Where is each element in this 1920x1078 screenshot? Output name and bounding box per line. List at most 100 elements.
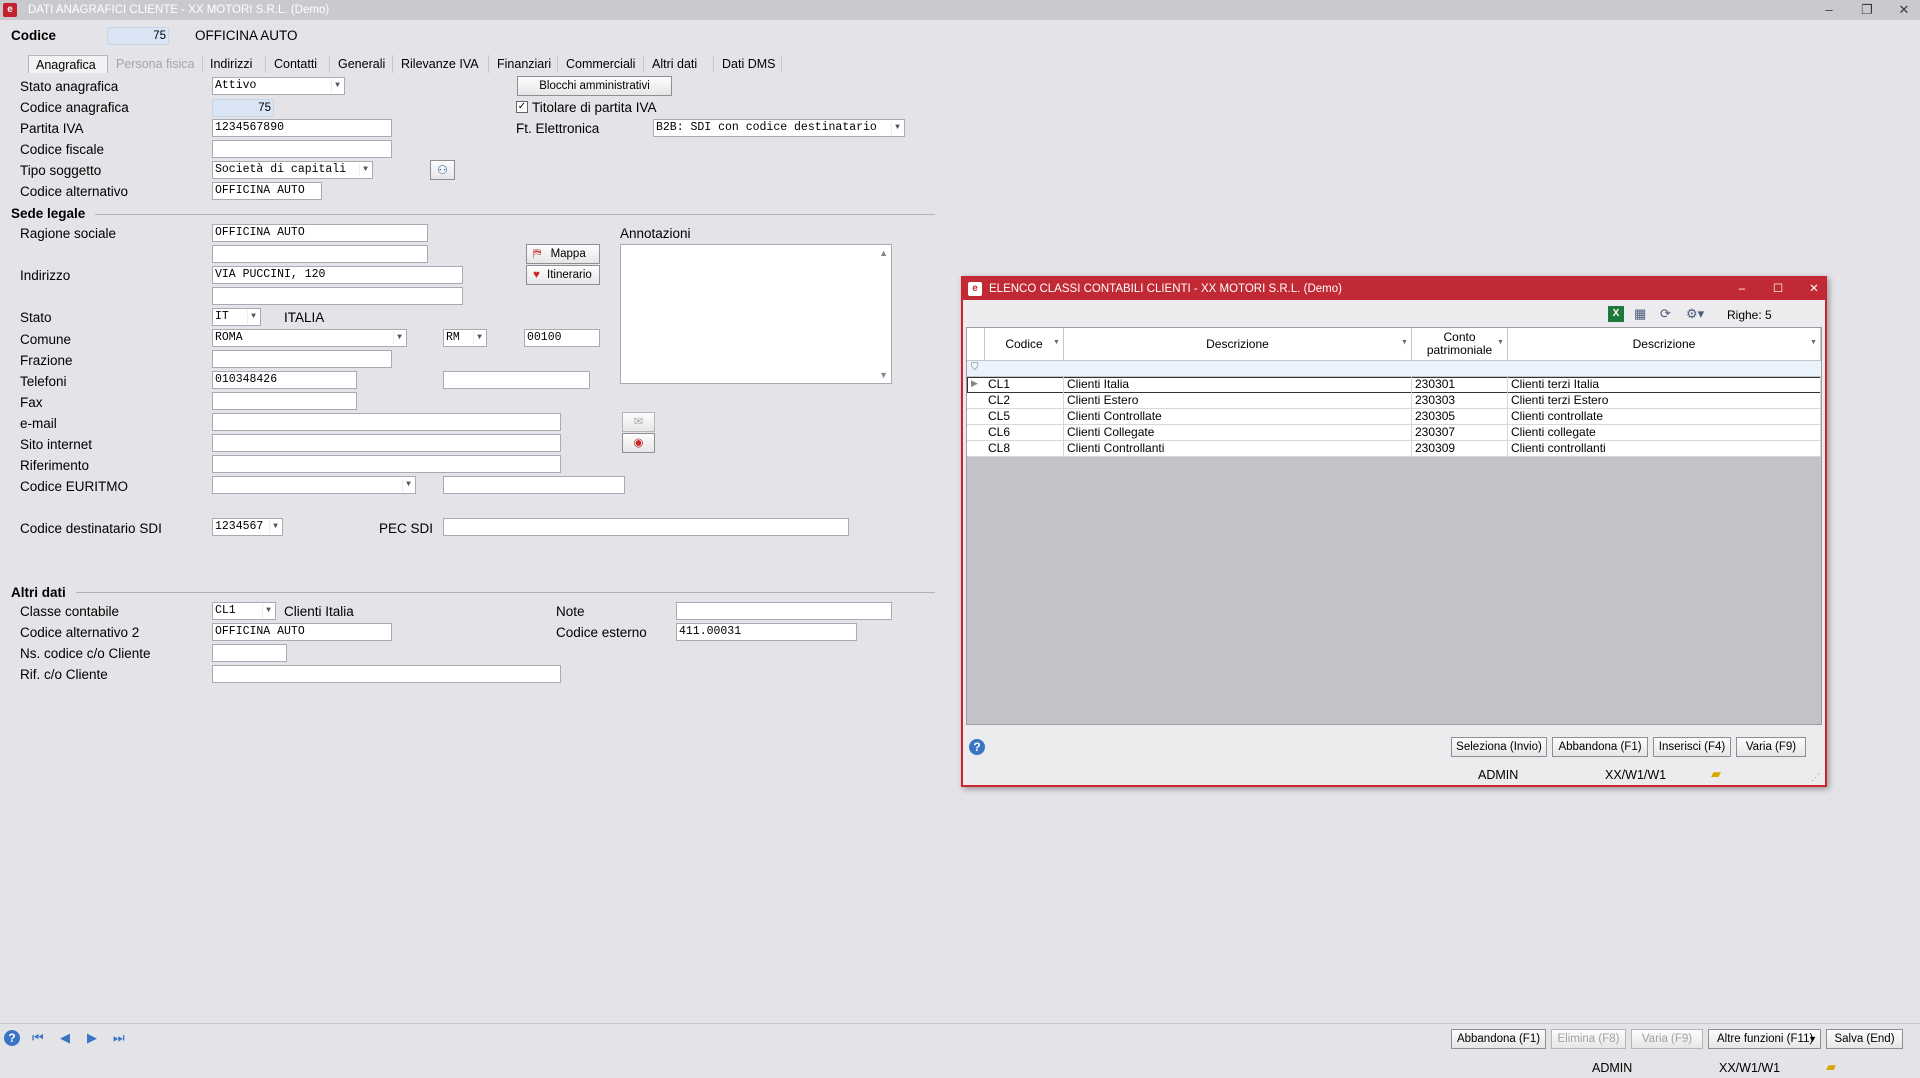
altre-funzioni-button[interactable]: Altre funzioni (F11) ▼ xyxy=(1708,1029,1821,1049)
window-titlebar: e DATI ANAGRAFICI CLIENTE - XX MOTORI S.… xyxy=(0,0,1920,20)
provincia-select[interactable]: RM ▼ xyxy=(443,329,487,347)
table-row[interactable]: CL8 Clienti Controllanti 230309 Clienti con… xyxy=(967,441,1821,457)
euritmo-select[interactable]: ▼ xyxy=(212,476,416,494)
tab-commerciali[interactable]: Commerciali xyxy=(559,55,644,73)
telefoni-field-2[interactable] xyxy=(443,371,590,389)
minimize-icon[interactable]: – xyxy=(1733,278,1751,300)
grid-view-icon[interactable]: ▦ xyxy=(1634,306,1646,322)
tab-indirizzi[interactable]: Indirizzi xyxy=(203,55,266,73)
inserisci-button[interactable]: Inserisci (F4) xyxy=(1653,737,1731,757)
prev-record-icon[interactable]: ◀ xyxy=(60,1030,70,1046)
cell-codice: CL8 xyxy=(985,441,1064,457)
scroll-up-icon[interactable]: ▲ xyxy=(879,248,888,258)
open-site-button[interactable]: ◉ xyxy=(622,433,655,453)
riferimento-field[interactable] xyxy=(212,455,561,473)
scroll-down-icon[interactable]: ▼ xyxy=(879,370,888,380)
tab-anagrafica[interactable]: Anagrafica xyxy=(28,55,108,73)
last-record-icon[interactable]: ⏭ xyxy=(113,1030,125,1046)
table-row[interactable]: CL6 Clienti Collegate 230307 Clienti colleg… xyxy=(967,425,1821,441)
minimize-icon[interactable]: – xyxy=(1819,0,1839,20)
riferimento-label: Riferimento xyxy=(20,458,90,473)
filter-dropdown-icon[interactable]: ▼ xyxy=(1401,339,1408,346)
codice-fiscale-field[interactable] xyxy=(212,140,392,158)
codice-alternativo-field[interactable]: OFFICINA AUTO xyxy=(212,182,322,200)
blocchi-amministrativi-button[interactable]: Blocchi amministrativi xyxy=(517,76,672,96)
col-header-descrizione[interactable]: Descrizione xyxy=(1064,328,1412,361)
filter-dropdown-icon[interactable]: ▼ xyxy=(1497,339,1504,346)
first-record-icon[interactable]: ⏮ xyxy=(32,1030,44,1046)
rif-field[interactable] xyxy=(212,665,561,683)
columns-settings-icon[interactable]: ⚙▾ xyxy=(1686,306,1704,322)
table-row[interactable]: CL2 Clienti Estero 230303 Clienti terzi Est… xyxy=(967,393,1821,409)
itinerario-button[interactable]: ♥ Itinerario xyxy=(526,265,600,285)
soggetto-lookup-button[interactable]: ⚇ xyxy=(430,160,455,180)
filter-row[interactable]: ⛉ xyxy=(967,361,1821,377)
tab-rilevanze-iva[interactable]: Rilevanze IVA xyxy=(394,55,489,73)
chevron-down-icon: ▼ xyxy=(247,310,259,324)
indirizzo-field[interactable]: VIA PUCCINI, 120 xyxy=(212,266,463,284)
restore-icon[interactable]: ❐ xyxy=(1857,0,1877,20)
close-icon[interactable]: ✕ xyxy=(1805,278,1823,300)
folder-check-icon: ▰ xyxy=(1826,1059,1836,1074)
col-header-conto[interactable]: Conto patrimoniale xyxy=(1412,328,1508,361)
fax-field[interactable] xyxy=(212,392,357,410)
cell-descrizione2: Clienti controllanti xyxy=(1508,441,1821,457)
tipo-soggetto-select[interactable]: Società di capitali ▼ xyxy=(212,161,373,179)
ragione-sociale-field-2[interactable] xyxy=(212,245,428,263)
seleziona-button[interactable]: Seleziona (Invio) xyxy=(1451,737,1547,757)
classe-contabile-select[interactable]: CL1 ▼ xyxy=(212,602,276,620)
telefoni-field[interactable]: 010348426 xyxy=(212,371,357,389)
stato-select[interactable]: IT ▼ xyxy=(212,308,261,326)
tab-persona-fisica[interactable]: Persona fisica xyxy=(109,55,203,73)
ns-codice-field[interactable] xyxy=(212,644,287,662)
codice-field[interactable]: 75 xyxy=(107,27,169,45)
sdi-select[interactable]: 1234567 ▼ xyxy=(212,518,283,536)
mappa-button[interactable]: ⛿ Mappa xyxy=(526,244,600,264)
ragione-sociale-field[interactable]: OFFICINA AUTO xyxy=(212,224,428,242)
codice-anagrafica-field[interactable]: 75 xyxy=(212,99,274,117)
codice-alt2-field[interactable]: OFFICINA AUTO xyxy=(212,623,392,641)
send-email-button[interactable]: ✉ xyxy=(622,412,655,432)
pec-field[interactable] xyxy=(443,518,849,536)
tab-dati-dms[interactable]: Dati DMS xyxy=(715,55,782,73)
stato-anagrafica-select[interactable]: Attivo ▼ xyxy=(212,77,345,95)
abbandona-button[interactable]: Abbandona (F1) xyxy=(1451,1029,1546,1049)
varia-button[interactable]: Varia (F9) xyxy=(1631,1029,1703,1049)
indirizzo-field-2[interactable] xyxy=(212,287,463,305)
ft-elettronica-select[interactable]: B2B: SDI con codice destinatario ▼ xyxy=(653,119,905,137)
help-icon[interactable]: ? xyxy=(969,739,985,755)
salva-button[interactable]: Salva (End) xyxy=(1826,1029,1903,1049)
tab-contatti[interactable]: Contatti xyxy=(267,55,330,73)
dialog-varia-button[interactable]: Varia (F9) xyxy=(1736,737,1806,757)
table-row[interactable]: ▶ CL1 Clienti Italia 230301 Clienti terzi It… xyxy=(967,377,1821,393)
annotazioni-textarea[interactable]: ▲ ▼ xyxy=(620,244,892,384)
dialog-abbandona-button[interactable]: Abbandona (F1) xyxy=(1552,737,1648,757)
email-field[interactable] xyxy=(212,413,561,431)
divider xyxy=(95,214,935,215)
frazione-field[interactable] xyxy=(212,350,392,368)
partita-iva-field[interactable]: 1234567890 xyxy=(212,119,392,137)
comune-select[interactable]: ROMA ▼ xyxy=(212,329,407,347)
col-header-descrizione2[interactable]: Descrizione xyxy=(1508,328,1821,361)
table-row[interactable]: CL5 Clienti Controllate 230305 Clienti cont… xyxy=(967,409,1821,425)
note-field[interactable] xyxy=(676,602,892,620)
mappa-label: Mappa xyxy=(550,248,586,260)
titolare-iva-checkbox[interactable]: ✓ xyxy=(516,101,528,113)
filter-dropdown-icon[interactable]: ▼ xyxy=(1053,339,1060,346)
next-record-icon[interactable]: ▶ xyxy=(87,1030,97,1046)
tab-generali[interactable]: Generali xyxy=(331,55,393,73)
cap-field[interactable]: 00100 xyxy=(524,329,600,347)
refresh-icon[interactable]: ⟳ xyxy=(1660,306,1671,322)
elimina-button[interactable]: Elimina (F8) xyxy=(1551,1029,1626,1049)
tab-finanziari[interactable]: Finanziari xyxy=(490,55,558,73)
tab-altri-dati[interactable]: Altri dati xyxy=(645,55,714,73)
resize-grip-icon[interactable]: ⋰ xyxy=(1811,772,1820,783)
filter-dropdown-icon[interactable]: ▼ xyxy=(1810,339,1817,346)
sito-field[interactable] xyxy=(212,434,561,452)
excel-export-icon[interactable]: X xyxy=(1608,306,1624,322)
euritmo-field-2[interactable] xyxy=(443,476,625,494)
codice-esterno-field[interactable]: 411.00031 xyxy=(676,623,857,641)
maximize-icon[interactable]: ☐ xyxy=(1769,278,1787,300)
help-icon[interactable]: ? xyxy=(4,1030,20,1046)
close-icon[interactable]: ✕ xyxy=(1894,0,1914,20)
